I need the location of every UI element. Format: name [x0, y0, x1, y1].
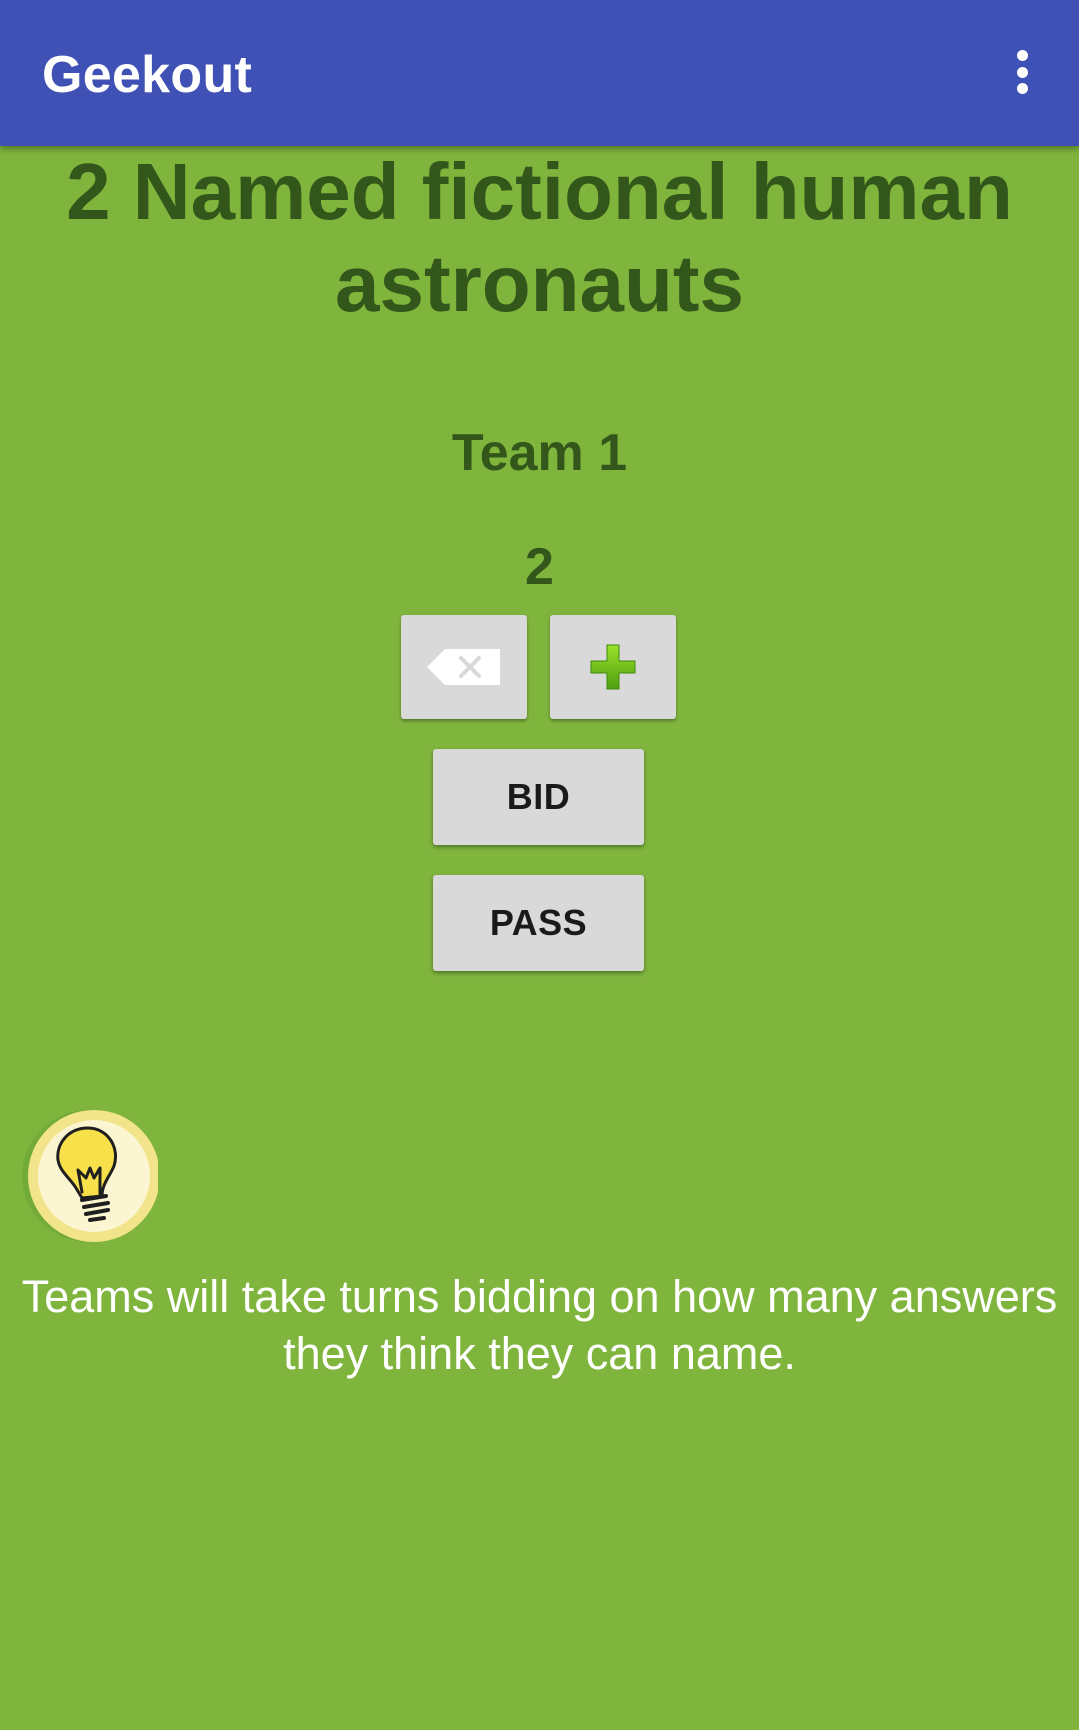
menu-dot: [1016, 50, 1028, 61]
backspace-icon: [427, 649, 500, 685]
app-screen: Geekout 2 Named fictional human astronau…: [0, 0, 1079, 1730]
hint-text: Teams will take turns bidding on how man…: [21, 1271, 1058, 1379]
increment-bid-button[interactable]: [550, 615, 676, 719]
more-vert-icon[interactable]: [1002, 44, 1042, 100]
menu-dot: [1016, 66, 1028, 78]
bid-count: 2: [525, 538, 554, 596]
bid-button[interactable]: BID: [433, 749, 644, 845]
plus-icon: [590, 644, 636, 690]
category-title: 2 Named fictional human astronauts: [66, 147, 1013, 328]
team-name: Team 1: [451, 424, 628, 482]
pass-button[interactable]: PASS: [433, 875, 644, 971]
lightbulb-icon: [22, 1110, 160, 1242]
app-bar: Geekout: [0, 0, 1079, 146]
app-title: Geekout: [42, 46, 253, 104]
decrement-bid-button[interactable]: [401, 615, 527, 719]
hint-button[interactable]: [22, 1108, 160, 1244]
menu-dot: [1016, 83, 1028, 94]
